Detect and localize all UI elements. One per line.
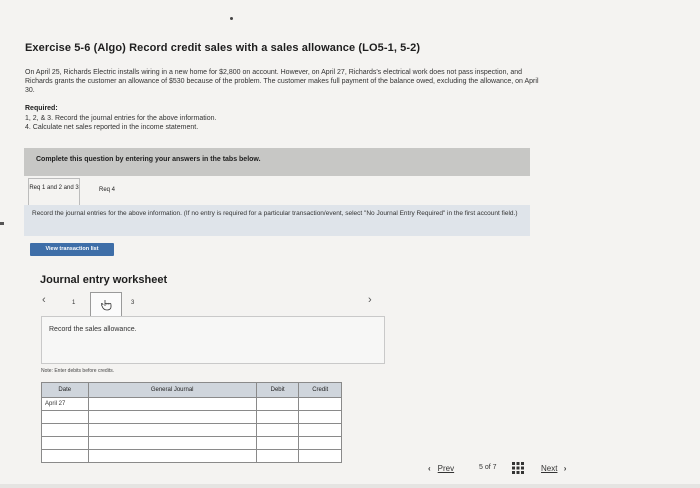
date-cell[interactable] <box>41 436 89 450</box>
account-cell[interactable] <box>87 410 257 424</box>
hand-pointer-icon <box>101 300 112 311</box>
column-header-date: Date <box>41 382 89 398</box>
instructions-banner: Complete this question by entering your … <box>24 148 530 176</box>
page: Exercise 5-6 (Algo) Record credit sales … <box>0 0 700 488</box>
next-label: Next <box>541 464 558 473</box>
chevron-left-icon: ‹ <box>428 464 431 473</box>
account-cell[interactable] <box>87 436 257 450</box>
pager-total: 7 <box>492 464 497 471</box>
exercise-description: On April 25, Richards Electric installs … <box>25 69 539 94</box>
worksheet-page-1[interactable]: 1 <box>72 300 75 306</box>
tab-req-4[interactable]: Req 4 <box>82 178 132 205</box>
credit-cell[interactable] <box>298 449 342 463</box>
grid-icon[interactable] <box>512 462 524 474</box>
required-label: Required: <box>25 105 58 112</box>
date-cell[interactable]: April 27 <box>41 397 89 411</box>
prev-button[interactable]: ‹ Prev <box>428 464 454 473</box>
date-cell[interactable] <box>41 423 89 437</box>
table-row: April 27 <box>41 397 342 411</box>
next-button[interactable]: Next › <box>541 464 566 473</box>
entry-description-box: Record the sales allowance. <box>41 316 385 364</box>
journal-instruction: Record the journal entries for the above… <box>32 210 518 217</box>
table-row <box>41 436 342 450</box>
banner-text: Complete this question by entering your … <box>36 156 261 163</box>
worksheet-title: Journal entry worksheet <box>40 274 168 286</box>
column-header-general-journal: General Journal <box>87 382 257 398</box>
column-header-debit: Debit <box>255 382 300 398</box>
required-item: 4. Calculate net sales reported in the i… <box>25 124 199 131</box>
debit-cell[interactable] <box>255 449 300 463</box>
debit-cell[interactable] <box>255 436 300 450</box>
entry-description: Record the sales allowance. <box>49 326 137 333</box>
journal-table: Date General Journal Debit Credit April … <box>41 382 342 463</box>
tab-label: Req 4 <box>98 187 115 193</box>
chevron-left-icon[interactable]: ‹ <box>42 294 46 306</box>
worksheet-page-3[interactable]: 3 <box>131 300 134 306</box>
account-cell[interactable] <box>87 449 257 463</box>
table-row <box>41 423 342 437</box>
tab-label: Req 1 and 2 and 3 <box>29 185 79 191</box>
credit-cell[interactable] <box>298 436 342 450</box>
required-item: 1, 2, & 3. Record the journal entries fo… <box>25 115 217 122</box>
chevron-right-icon[interactable]: › <box>368 294 372 306</box>
chevron-right-icon: › <box>563 464 567 473</box>
view-transaction-list-button[interactable]: View transaction list <box>30 243 114 256</box>
debit-credit-note: Note: Enter debits before credits. <box>41 368 115 374</box>
date-cell[interactable] <box>41 410 89 424</box>
table-row <box>41 449 342 463</box>
edge-marker <box>0 222 4 225</box>
credit-cell[interactable] <box>298 397 342 411</box>
prev-label: Prev <box>437 464 455 473</box>
tab-req-1-2-3[interactable]: Req 1 and 2 and 3 <box>28 178 80 206</box>
debit-cell[interactable] <box>255 410 300 424</box>
column-header-credit: Credit <box>298 382 342 398</box>
account-cell[interactable] <box>87 397 257 411</box>
date-cell[interactable] <box>41 449 89 463</box>
credit-cell[interactable] <box>298 410 342 424</box>
pager-of: of <box>484 464 491 471</box>
account-cell[interactable] <box>87 423 257 437</box>
cursor-dot <box>230 17 233 20</box>
pager-current: 5 <box>479 464 483 471</box>
bottom-border <box>0 484 700 488</box>
debit-cell[interactable] <box>255 423 300 437</box>
worksheet-page-current[interactable] <box>90 292 122 318</box>
table-row <box>41 410 342 424</box>
table-header-row: Date General Journal Debit Credit <box>41 382 342 398</box>
question-pager: 5 of 7 <box>479 464 497 471</box>
debit-cell[interactable] <box>255 397 300 411</box>
credit-cell[interactable] <box>298 423 342 437</box>
exercise-title: Exercise 5-6 (Algo) Record credit sales … <box>25 42 421 54</box>
